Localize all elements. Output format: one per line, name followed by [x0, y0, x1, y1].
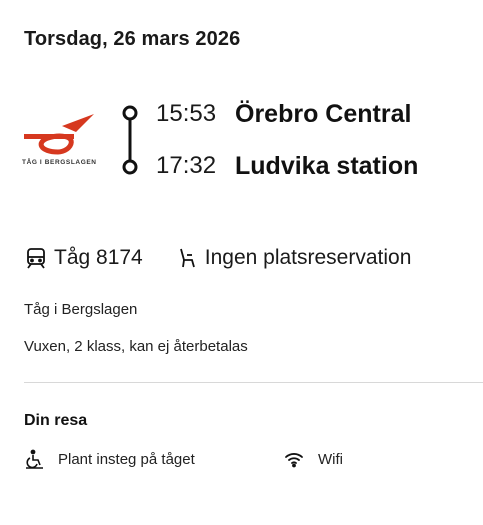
ticket-type: Vuxen, 2 klass, kan ej återbetalas [24, 338, 248, 355]
seat-icon [175, 246, 199, 270]
wifi-icon [284, 449, 304, 469]
seat-label: Ingen platsreservation [204, 246, 412, 269]
arrival-station: Ludvika station [235, 152, 419, 180]
departure-station: Örebro Central [235, 100, 412, 128]
feature-label: Plant insteg på tåget [58, 450, 195, 468]
seat-reservation: Ingen platsreservation [175, 246, 412, 270]
feature-wifi: Wifi [284, 449, 343, 469]
operator-name: Tåg i Bergslagen [24, 301, 138, 318]
journey-date: Torsdag, 26 mars 2026 [24, 28, 241, 50]
wheelchair-icon [24, 449, 44, 469]
arrival-time: 17:32 [156, 152, 217, 179]
logo-text: TÅG I BERGSLAGEN [22, 159, 97, 166]
divider [24, 382, 483, 383]
route-line-icon [122, 105, 138, 175]
departure-time: 15:53 [156, 100, 217, 127]
feature-level-boarding: Plant insteg på tåget [24, 449, 195, 469]
train-info-row: Tåg 8174 Ingen platsreservation [24, 246, 411, 270]
operator-logo: TÅG I BERGSLAGEN [22, 112, 100, 174]
train-icon [24, 246, 48, 270]
trip-section-title: Din resa [24, 412, 88, 429]
train-number: Tåg 8174 [54, 246, 143, 269]
feature-label: Wifi [318, 450, 343, 468]
